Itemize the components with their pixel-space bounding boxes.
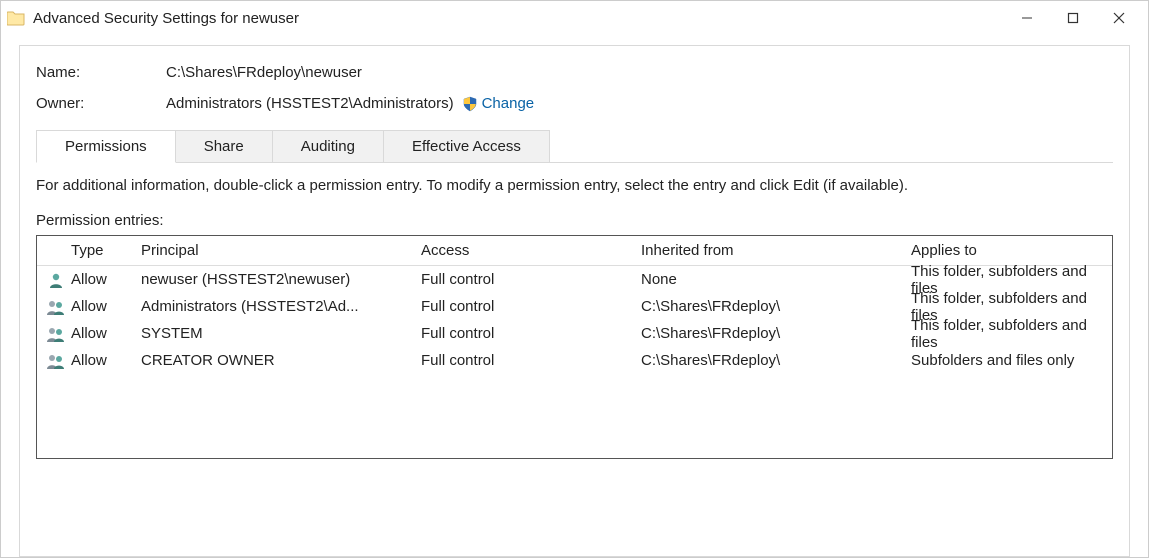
- table-row[interactable]: AllowCREATOR OWNERFull controlC:\Shares\…: [37, 347, 1112, 374]
- owner-row: Owner: Administrators (HSSTEST2\Administ…: [36, 95, 1113, 112]
- grid-body: Allownewuser (HSSTEST2\newuser)Full cont…: [37, 266, 1112, 374]
- cell-type: Allow: [71, 271, 141, 288]
- cell-type: Allow: [71, 352, 141, 369]
- cell-inherited: C:\Shares\FRdeploy\: [641, 352, 911, 369]
- owner-label: Owner:: [36, 95, 166, 112]
- name-value: C:\Shares\FRdeploy\newuser: [166, 64, 362, 81]
- name-label: Name:: [36, 64, 166, 81]
- window-controls: [1004, 3, 1142, 33]
- window-title: Advanced Security Settings for newuser: [33, 10, 1004, 27]
- tab-permissions[interactable]: Permissions: [36, 130, 176, 163]
- cell-access: Full control: [421, 271, 641, 288]
- cell-access: Full control: [421, 325, 641, 342]
- cell-access: Full control: [421, 298, 641, 315]
- change-owner-link[interactable]: Change: [482, 95, 535, 112]
- col-type-header[interactable]: Type: [71, 242, 141, 259]
- permission-entries-label: Permission entries:: [36, 212, 1113, 229]
- table-row[interactable]: AllowSYSTEMFull controlC:\Shares\FRdeplo…: [37, 320, 1112, 347]
- owner-value: Administrators (HSSTEST2\Administrators): [166, 95, 454, 112]
- window-frame: Advanced Security Settings for newuser N…: [0, 0, 1149, 558]
- permissions-grid: Type Principal Access Inherited from App…: [36, 235, 1113, 459]
- col-access-header[interactable]: Access: [421, 242, 641, 259]
- col-inherited-header[interactable]: Inherited from: [641, 242, 911, 259]
- shield-icon: [462, 96, 478, 112]
- cell-principal: newuser (HSSTEST2\newuser): [141, 271, 421, 288]
- content-area: Name: C:\Shares\FRdeploy\newuser Owner: …: [19, 45, 1130, 557]
- close-button[interactable]: [1096, 3, 1142, 33]
- titlebar: Advanced Security Settings for newuser: [1, 1, 1148, 35]
- info-text: For additional information, double-click…: [36, 177, 1113, 194]
- tab-auditing[interactable]: Auditing: [272, 130, 384, 162]
- minimize-button[interactable]: [1004, 3, 1050, 33]
- name-row: Name: C:\Shares\FRdeploy\newuser: [36, 64, 1113, 81]
- cell-inherited: C:\Shares\FRdeploy\: [641, 298, 911, 315]
- tab-strip: Permissions Share Auditing Effective Acc…: [36, 130, 1113, 163]
- principal-icon: [41, 352, 71, 370]
- cell-inherited: None: [641, 271, 911, 288]
- cell-applies: Subfolders and files only: [911, 352, 1108, 369]
- cell-type: Allow: [71, 325, 141, 342]
- col-applies-header[interactable]: Applies to: [911, 242, 1108, 259]
- cell-access: Full control: [421, 352, 641, 369]
- tab-share[interactable]: Share: [175, 130, 273, 162]
- cell-principal: Administrators (HSSTEST2\Ad...: [141, 298, 421, 315]
- cell-type: Allow: [71, 298, 141, 315]
- principal-icon: [41, 271, 71, 289]
- cell-principal: SYSTEM: [141, 325, 421, 342]
- cell-applies: This folder, subfolders and files: [911, 317, 1108, 351]
- col-principal-header[interactable]: Principal: [141, 242, 421, 259]
- cell-principal: CREATOR OWNER: [141, 352, 421, 369]
- tab-effective-access[interactable]: Effective Access: [383, 130, 550, 162]
- cell-inherited: C:\Shares\FRdeploy\: [641, 325, 911, 342]
- principal-icon: [41, 298, 71, 316]
- grid-header: Type Principal Access Inherited from App…: [37, 236, 1112, 266]
- maximize-button[interactable]: [1050, 3, 1096, 33]
- principal-icon: [41, 325, 71, 343]
- folder-icon: [7, 10, 25, 26]
